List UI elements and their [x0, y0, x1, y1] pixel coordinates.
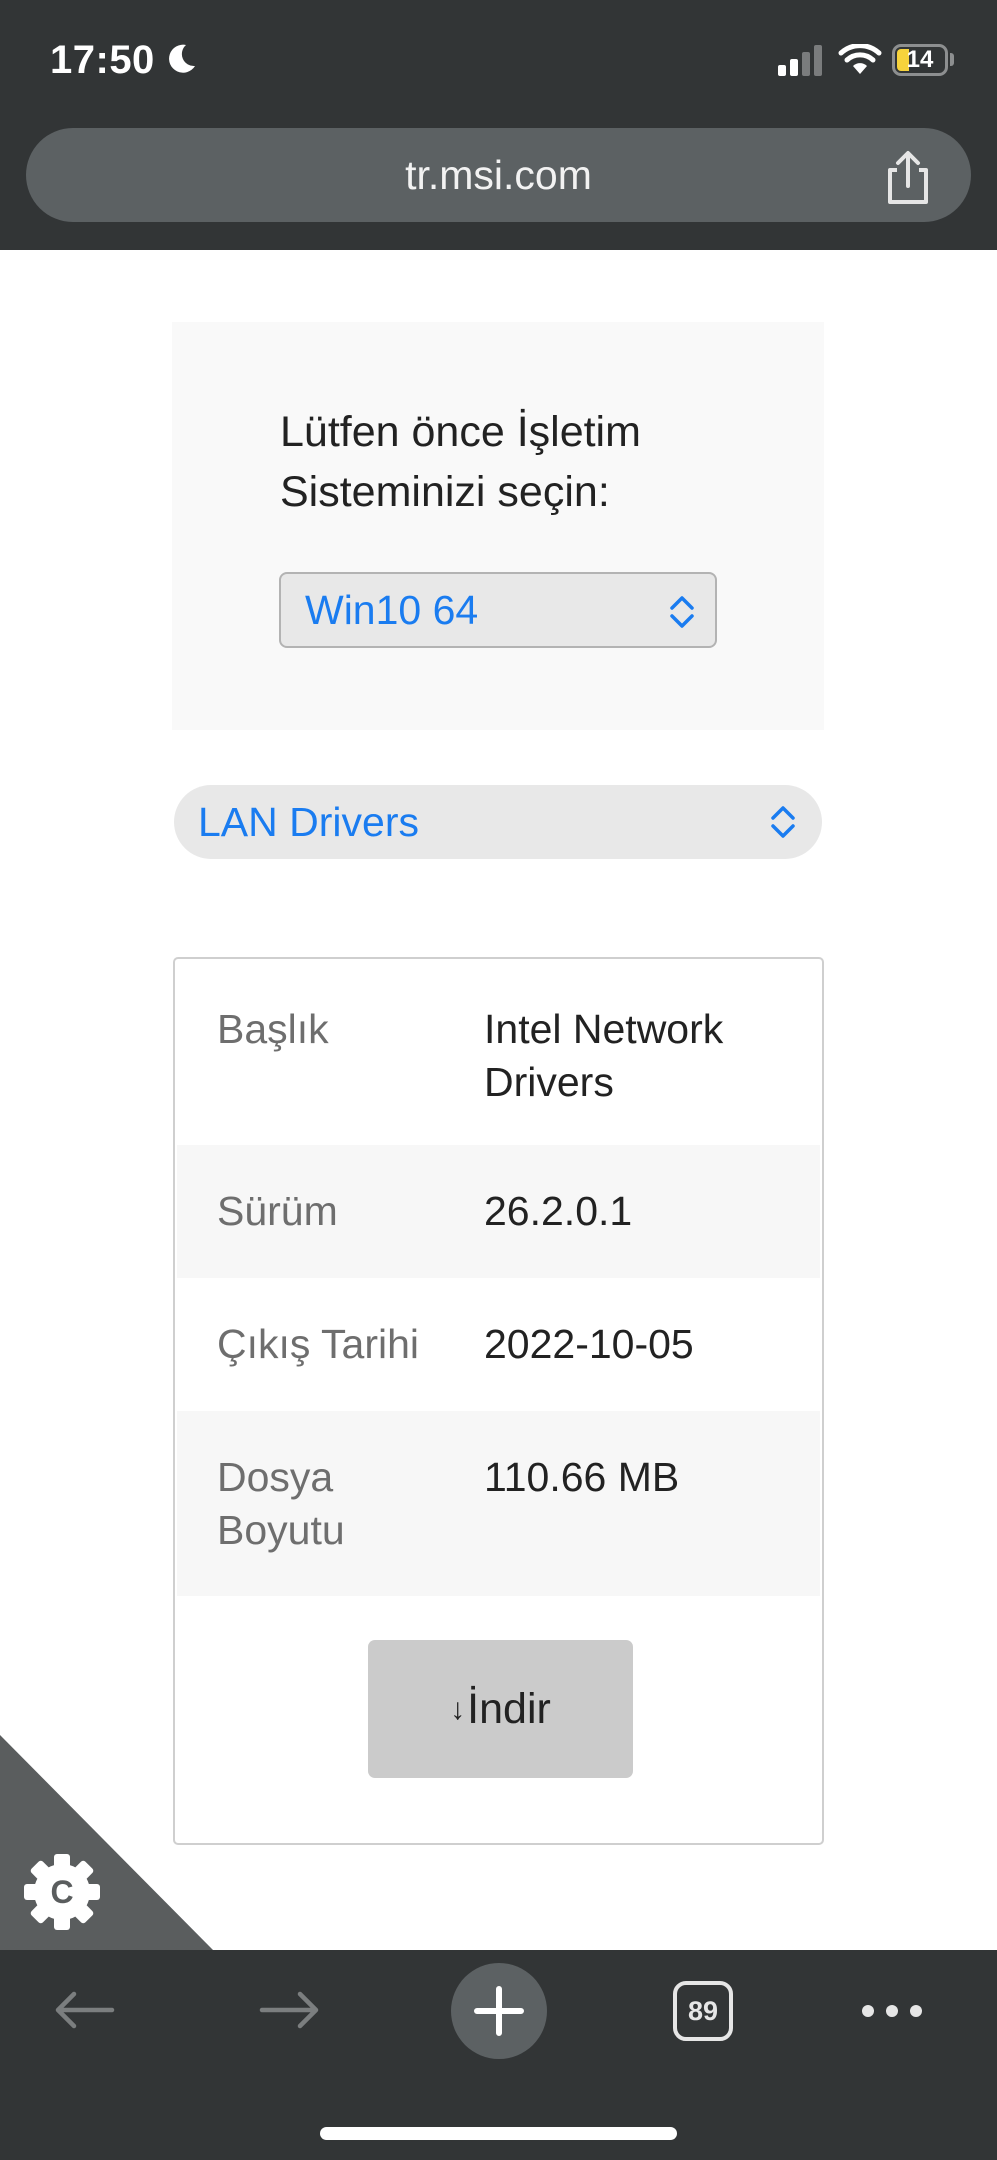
home-indicator — [320, 2127, 677, 2140]
os-select-value: Win10 64 — [305, 587, 479, 633]
url-bar[interactable]: tr.msi.com — [26, 128, 971, 222]
back-arrow-icon[interactable] — [52, 1990, 116, 2030]
info-value: 110.66 MB — [484, 1454, 680, 1500]
browser-bottom-toolbar: 89 — [0, 1950, 997, 2160]
download-button-content: ↓İndir — [368, 1640, 633, 1778]
battery-level-text: 14 — [906, 46, 934, 73]
select-chevrons-icon — [670, 596, 694, 628]
share-icon[interactable] — [880, 148, 936, 208]
battery-icon: 14 — [892, 44, 948, 76]
info-value: 26.2.0.1 — [484, 1188, 633, 1234]
driver-info-card: Başlık Intel Network Drivers Sürüm 26.2.… — [173, 957, 824, 1845]
info-row-version: Sürüm 26.2.0.1 — [177, 1145, 820, 1278]
download-label: İndir — [467, 1685, 551, 1733]
info-row-file-size: Dosya Boyutu 110.66 MB — [177, 1411, 820, 1596]
moon-icon — [169, 44, 195, 73]
new-tab-plus-icon[interactable] — [450, 1962, 548, 2060]
os-prompt-text: Lütfen önce İşletim Sisteminizi seçin: — [280, 408, 641, 516]
info-label: Başlık — [217, 1006, 329, 1052]
os-selection-panel: Lütfen önce İşletim Sisteminizi seçin: W… — [172, 322, 824, 730]
url-text: tr.msi.com — [405, 152, 592, 198]
badge-letter: C — [50, 1874, 73, 1910]
gear-badge-icon[interactable]: C — [0, 1735, 215, 1950]
info-row-title: Başlık Intel Network Drivers — [177, 959, 820, 1145]
info-value: 2022-10-05 — [484, 1321, 694, 1367]
driver-category-select[interactable]: LAN Drivers — [174, 785, 822, 859]
wifi-icon — [838, 44, 882, 74]
more-dots-icon[interactable] — [860, 2001, 924, 2021]
signal-icon — [778, 45, 822, 76]
select-chevrons-icon — [771, 806, 795, 838]
os-select[interactable]: Win10 64 — [279, 572, 717, 648]
info-row-release-date: Çıkış Tarihi 2022-10-05 — [177, 1278, 820, 1411]
info-label: Çıkış Tarihi — [217, 1321, 420, 1367]
status-time: 17:50 — [50, 38, 155, 82]
tabs-icon[interactable]: 89 — [673, 1981, 733, 2041]
category-select-value: LAN Drivers — [198, 799, 419, 845]
download-arrow-icon: ↓ — [450, 1693, 466, 1726]
info-label: Dosya Boyutu — [217, 1454, 345, 1553]
browser-top-bar: 17:50 14 tr.msi.com — [0, 0, 997, 250]
battery-tip — [950, 53, 954, 66]
download-button[interactable]: ↓İndir — [368, 1640, 633, 1778]
info-value: Intel Network Drivers — [484, 1006, 724, 1105]
forward-arrow-icon[interactable] — [258, 1990, 322, 2030]
info-label: Sürüm — [217, 1188, 338, 1234]
